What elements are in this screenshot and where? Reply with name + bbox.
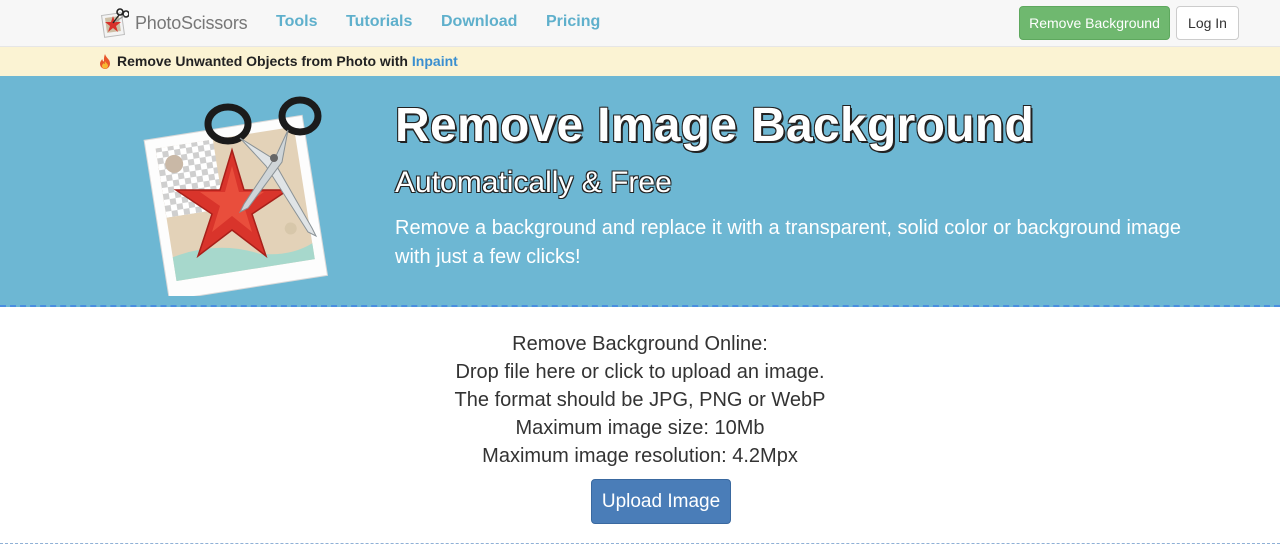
nav-link-download[interactable]: Download	[441, 13, 517, 31]
scissors-starfish-photo-illustration	[143, 96, 329, 296]
nav-link-tools[interactable]: Tools	[276, 13, 317, 31]
brand-name: PhotoScissors	[135, 12, 248, 33]
upload-heading: Remove Background Online:	[512, 333, 768, 355]
login-button[interactable]: Log In	[1176, 6, 1239, 40]
upload-instruction-resolution: Maximum image resolution: 4.2Mpx	[482, 445, 798, 467]
promo-text: Remove Unwanted Objects from Photo with	[117, 53, 408, 69]
upload-instruction-drop: Drop file here or click to upload an ima…	[455, 361, 825, 383]
upload-instruction-format: The format should be JPG, PNG or WebP	[454, 389, 826, 411]
photoscissors-logo-icon	[101, 8, 129, 38]
inpaint-link[interactable]: Inpaint	[412, 53, 458, 69]
upload-instructions: Remove Background Online: Drop file here…	[0, 330, 1280, 470]
hero-description: Remove a background and replace it with …	[395, 217, 1181, 268]
hero-subtitle: Automatically & Free	[395, 166, 672, 199]
nav-link-tutorials[interactable]: Tutorials	[346, 13, 412, 31]
brand-link[interactable]: PhotoScissors	[101, 6, 248, 40]
fire-icon	[100, 53, 110, 69]
upload-drop-zone[interactable]: Remove Background Online: Drop file here…	[0, 309, 1280, 545]
hero-title: Remove Image Background	[395, 99, 1035, 152]
promo-banner: Remove Unwanted Objects from Photo with …	[0, 47, 1280, 76]
remove-background-button[interactable]: Remove Background	[1019, 6, 1170, 40]
upload-image-button[interactable]: Upload Image	[591, 479, 731, 524]
top-navbar: PhotoScissors Tools Tutorials Download P…	[0, 0, 1280, 47]
nav-link-pricing[interactable]: Pricing	[546, 13, 600, 31]
hero-section: Remove Image Background Automatically & …	[0, 76, 1280, 307]
promo-content: Remove Unwanted Objects from Photo with …	[98, 53, 458, 69]
upload-instruction-size: Maximum image size: 10Mb	[515, 417, 765, 439]
upload-zone-bottom-border	[0, 543, 1280, 544]
